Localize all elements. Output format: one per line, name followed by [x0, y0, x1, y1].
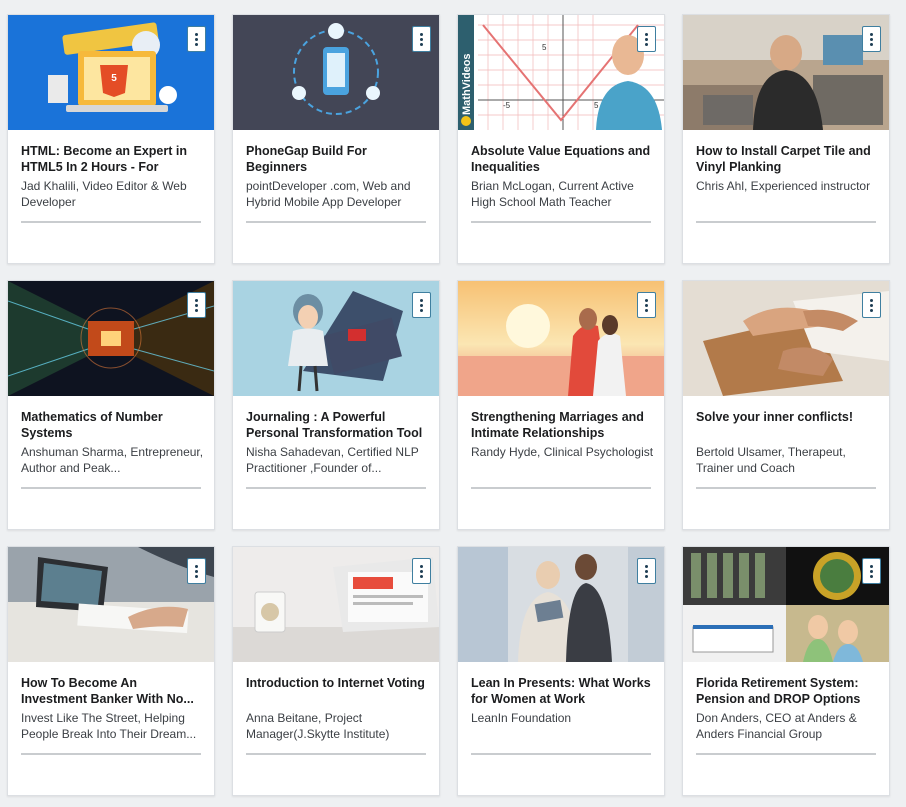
progress-bar	[246, 221, 426, 223]
progress-bar	[246, 753, 426, 755]
course-card[interactable]: Solve your inner conflicts! Bertold Ulsa…	[682, 280, 890, 530]
course-title[interactable]: Solve your inner conflicts!	[696, 409, 881, 425]
course-card[interactable]: How To Become An Investment Banker With …	[7, 546, 215, 796]
progress-bar	[21, 221, 201, 223]
card-menu-button[interactable]	[637, 558, 656, 584]
course-card[interactable]: Lean In Presents: What Works for Women a…	[457, 546, 665, 796]
course-card[interactable]: Mathematics of Number Systems Anshuman S…	[7, 280, 215, 530]
course-thumbnail[interactable]	[233, 15, 439, 130]
course-card[interactable]: Florida Retirement System: Pension and D…	[682, 546, 890, 796]
svg-text:-5: -5	[503, 101, 511, 110]
course-thumbnail[interactable]	[458, 281, 664, 396]
card-menu-button[interactable]	[412, 558, 431, 584]
kebab-menu-icon	[420, 32, 423, 46]
kebab-menu-icon	[645, 298, 648, 312]
course-title[interactable]: Florida Retirement System: Pension and D…	[696, 675, 881, 707]
card-menu-button[interactable]	[637, 292, 656, 318]
kebab-menu-icon	[645, 32, 648, 46]
course-thumbnail[interactable]: MathVideos 5 -5 5	[458, 15, 664, 130]
course-title[interactable]: Mathematics of Number Systems	[21, 409, 206, 441]
course-thumbnail[interactable]	[683, 281, 889, 396]
kebab-menu-icon	[195, 298, 198, 312]
course-thumbnail[interactable]	[8, 547, 214, 662]
progress-bar	[696, 487, 876, 489]
course-title[interactable]: PhoneGap Build For Beginners	[246, 143, 431, 175]
course-card[interactable]: Introduction to Internet Voting Anna Bei…	[232, 546, 440, 796]
course-thumbnail[interactable]	[233, 547, 439, 662]
card-menu-button[interactable]	[412, 292, 431, 318]
card-menu-button[interactable]	[187, 26, 206, 52]
course-title[interactable]: Lean In Presents: What Works for Women a…	[471, 675, 656, 707]
card-menu-button[interactable]	[187, 292, 206, 318]
card-menu-button[interactable]	[187, 558, 206, 584]
course-instructor: Bertold Ulsamer, Therapeut, Trainer und …	[696, 445, 846, 475]
course-instructor: Randy Hyde, Clinical Psychologist	[471, 445, 654, 459]
course-instructor: Don Anders, CEO at Anders & Anders Finan…	[696, 711, 857, 741]
course-title[interactable]: HTML: Become an Expert in HTML5 In 2 Hou…	[21, 143, 206, 175]
course-title[interactable]: Absolute Value Equations and Inequalitie…	[471, 143, 656, 175]
kebab-menu-icon	[870, 298, 873, 312]
channel-logo-text: MathVideos	[461, 53, 473, 115]
course-instructor: Jad Khalili, Video Editor & Web Develope…	[21, 179, 187, 209]
svg-text:5: 5	[594, 101, 599, 110]
course-thumbnail[interactable]	[8, 281, 214, 396]
course-instructor: Anna Beitane, Project Manager(J.Skytte I…	[246, 711, 390, 741]
course-instructor: pointDeveloper .com, Web and Hybrid Mobi…	[246, 179, 411, 209]
course-title[interactable]: Strengthening Marriages and Intimate Rel…	[471, 409, 656, 441]
card-menu-button[interactable]	[862, 292, 881, 318]
course-instructor: Invest Like The Street, Helping People B…	[21, 711, 197, 741]
card-menu-button[interactable]	[862, 26, 881, 52]
course-title[interactable]: Introduction to Internet Voting	[246, 675, 431, 691]
course-card[interactable]: Strengthening Marriages and Intimate Rel…	[457, 280, 665, 530]
course-card[interactable]: PhoneGap Build For Beginners pointDevelo…	[232, 14, 440, 264]
card-menu-button[interactable]	[637, 26, 656, 52]
svg-text:5: 5	[542, 43, 547, 52]
course-card[interactable]: Journaling : A Powerful Personal Transfo…	[232, 280, 440, 530]
course-instructor: LeanIn Foundation	[471, 711, 572, 725]
card-menu-button[interactable]	[412, 26, 431, 52]
progress-bar	[471, 221, 651, 223]
course-thumbnail[interactable]	[233, 281, 439, 396]
kebab-menu-icon	[420, 298, 423, 312]
course-card[interactable]: How to Install Carpet Tile and Vinyl Pla…	[682, 14, 890, 264]
kebab-menu-icon	[195, 564, 198, 578]
course-thumbnail[interactable]	[683, 15, 889, 130]
progress-bar	[471, 487, 651, 489]
course-title[interactable]: How To Become An Investment Banker With …	[21, 675, 206, 707]
kebab-menu-icon	[870, 32, 873, 46]
svg-text:5: 5	[111, 73, 117, 84]
course-title[interactable]: Journaling : A Powerful Personal Transfo…	[246, 409, 431, 441]
course-thumbnail[interactable]: 5	[8, 15, 214, 130]
course-thumbnail[interactable]	[458, 547, 664, 662]
progress-bar	[21, 753, 201, 755]
course-card[interactable]: MathVideos 5 -5 5 Absolute Value Equatio…	[457, 14, 665, 264]
course-thumbnail[interactable]	[683, 547, 889, 662]
progress-bar	[246, 487, 426, 489]
progress-bar	[696, 753, 876, 755]
course-title[interactable]: How to Install Carpet Tile and Vinyl Pla…	[696, 143, 881, 175]
progress-bar	[21, 487, 201, 489]
progress-bar	[696, 221, 876, 223]
kebab-menu-icon	[870, 564, 873, 578]
course-instructor: Nisha Sahadevan, Certified NLP Practitio…	[246, 445, 419, 475]
kebab-menu-icon	[420, 564, 423, 578]
kebab-menu-icon	[195, 32, 198, 46]
course-instructor: Anshuman Sharma, Entrepreneur, Author an…	[21, 445, 204, 475]
card-menu-button[interactable]	[862, 558, 881, 584]
course-instructor: Chris Ahl, Experienced instructor	[696, 179, 871, 193]
progress-bar	[471, 753, 651, 755]
course-instructor: Brian McLogan, Current Active High Schoo…	[471, 179, 634, 209]
kebab-menu-icon	[645, 564, 648, 578]
course-card[interactable]: 5 HTML: Become an Expert in HTML5 In 2 H…	[7, 14, 215, 264]
